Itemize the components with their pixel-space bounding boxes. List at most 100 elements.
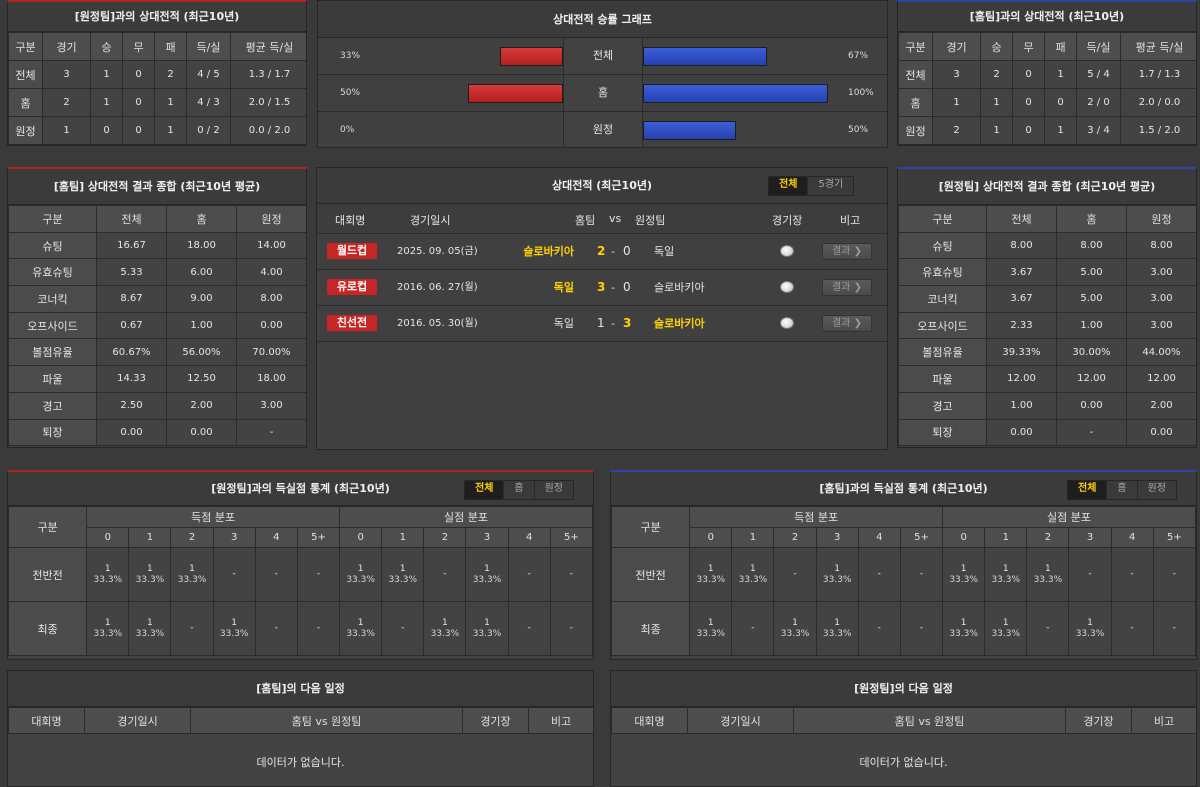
table-cell: 0.00 [236,311,306,340]
away-team[interactable]: 슬로바키아 [654,306,705,341]
count: - [316,569,321,579]
count: 1 [960,563,967,574]
bucket-header: 1 [128,527,172,548]
table-row: 최종 1 33.3% 1 33.3% -1 33.3% - -1 33.3% -1 33.3% 1 33.… [8,601,593,656]
header-row: 구분 전체 홈 원정 [898,205,1196,233]
tab-away[interactable]: 원정 [535,481,573,499]
tab-5games[interactable]: 5경기 [808,177,853,195]
tab-all[interactable]: 전체 [1068,481,1108,499]
table-cell: 14.00 [236,231,306,260]
count: - [569,569,573,579]
count: 1 [357,617,364,628]
column-header: 원정 [1126,205,1196,233]
count: - [1088,569,1092,579]
goals-right-tabs: 전체 홈 원정 [1067,480,1178,500]
table-cell: 8.00 [1056,231,1127,260]
goals-right-table: 구분 득점 분포 실점 분포 0 1 2 3 4 5+ 0 1 2 3 4 5+ 전반전 1 33.3% 1 33.3… [611,506,1196,656]
stadium-icon[interactable] [780,281,794,293]
table-cell: 8.00 [236,285,306,313]
percent: 33.3% [822,628,852,639]
summary-home-title: [홈팀] 상대전적 결과 종합 (최근10년 평균) [8,169,306,205]
conceded-cell: 1 33.3% [465,601,509,656]
scored-cell: 1 33.3% [86,601,130,656]
goals-right-title: [홈팀]과의 득실점 통계 (최근10년) 전체 홈 원정 [611,472,1196,506]
table-cell: 4 / 5 [186,60,231,89]
away-team[interactable]: 독일 [654,234,674,269]
bucket-header: 2 [170,527,214,548]
result-button[interactable]: 결과 ❯ [822,243,872,260]
scored-header: 득점 분포 [86,506,341,528]
percent: 33.3% [991,628,1021,639]
home-winrate-bar [468,84,563,103]
table-row: 오프사이드 0.67 1.00 0.00 [8,311,306,340]
table-cell: 0.00 [1056,391,1127,420]
scored-cell: - [254,547,298,602]
table-cell: 0 [90,116,123,145]
conceded-cell: 1 33.3% [1068,601,1112,656]
header-row: 대회명 경기일시 홈팀 vs 원정팀 경기장 비고 [611,707,1196,734]
table-cell: 1 [1044,60,1077,89]
bucket-header: 1 [984,527,1028,548]
column-header: 구분 [8,205,97,233]
row-label: 유효슈팅 [8,258,97,287]
winrate-row: 33% 전체 67% [318,38,887,75]
scored-cell: - [899,601,944,656]
table-cell: 12.50 [166,365,237,393]
bucket-header: 0 [689,527,733,548]
home-team[interactable]: 독일 [554,270,574,305]
table-cell: 1 [980,116,1013,145]
competition-badge[interactable]: 월드컵 [327,243,377,259]
row-label: 퇴장 [898,418,987,447]
competition-badge[interactable]: 친선전 [327,315,377,331]
row-label: 전반전 [8,547,88,602]
count: 1 [231,617,238,628]
goals-left-table: 구분 득점 분포 실점 분포 0 1 2 3 4 5+ 0 1 2 3 4 5+ 전반전 1 33.3% 1 33.3… [8,506,593,656]
tab-all[interactable]: 전체 [769,177,809,195]
tab-home[interactable]: 홈 [504,481,535,499]
table-cell: 8.00 [1126,231,1196,260]
table-cell: 2.50 [96,391,167,420]
goals-left-panel: [원정팀]과의 득실점 통계 (최근10년) 전체 홈 원정 구분 득점 분포 실점… [7,470,594,660]
table-cell: 1 [980,88,1013,117]
stadium-icon[interactable] [780,317,794,329]
next-home-table: 대회명 경기일시 홈팀 vs 원정팀 경기장 비고 [8,707,593,734]
table-row: 홈11002 / 0 2.0 / 0.0 [898,88,1196,117]
goals-left-tabs: 전체 홈 원정 [464,480,575,500]
tab-home[interactable]: 홈 [1107,481,1138,499]
percent: 33.3% [991,574,1021,585]
count: - [190,623,194,633]
table-cell: 8.67 [96,285,167,313]
scored-cell: 1 33.3% [689,601,733,656]
conceded-header: 실점 분포 [339,506,593,528]
column-header: 대회명 [8,707,85,734]
row-label: 전체 [898,60,933,89]
count: 1 [1002,563,1009,574]
home-team[interactable]: 독일 [554,306,574,341]
goals-right-panel: [홈팀]과의 득실점 통계 (최근10년) 전체 홈 원정 구분 득점 분포 실점 … [610,470,1197,660]
result-button[interactable]: 결과 ❯ [822,279,872,296]
tab-all[interactable]: 전체 [465,481,505,499]
row-label: 슈팅 [898,231,987,260]
count: - [919,623,924,633]
conceded-cell: - [507,601,551,656]
away-team[interactable]: 슬로바키아 [654,270,705,305]
tab-away[interactable]: 원정 [1138,481,1176,499]
home-team[interactable]: 슬로바키아 [523,234,574,269]
table-cell: 3.00 [236,391,306,420]
bucket-header: 4 [1110,527,1154,548]
bucket-header: 4 [507,527,551,548]
summary-home-table: 구분 전체 홈 원정 슈팅 16.67 18.00 14.00 유효슈팅 5.33 6.00 4.00… [8,205,306,447]
conceded-cell: - [1026,601,1070,656]
scored-cell: - [170,601,214,656]
header-row: 대회명 경기일시 홈팀 vs 원정팀 경기장 비고 [8,707,593,734]
competition-badge[interactable]: 유로컵 [327,279,377,295]
table-row: 홈21014 / 3 2.0 / 1.5 [8,88,306,117]
scored-cell: 1 33.3% [128,601,172,656]
header-row: 구분 전체 홈 원정 [8,205,306,233]
goals-left-title-text: [원정팀]과의 득실점 통계 (최근10년) [211,482,390,495]
table-cell: 2 [932,116,981,145]
table-cell: 12.00 [1126,365,1196,393]
result-button[interactable]: 결과 ❯ [822,315,872,332]
stadium-icon[interactable] [780,245,794,257]
scored-cell: 1 33.3% [86,547,130,602]
